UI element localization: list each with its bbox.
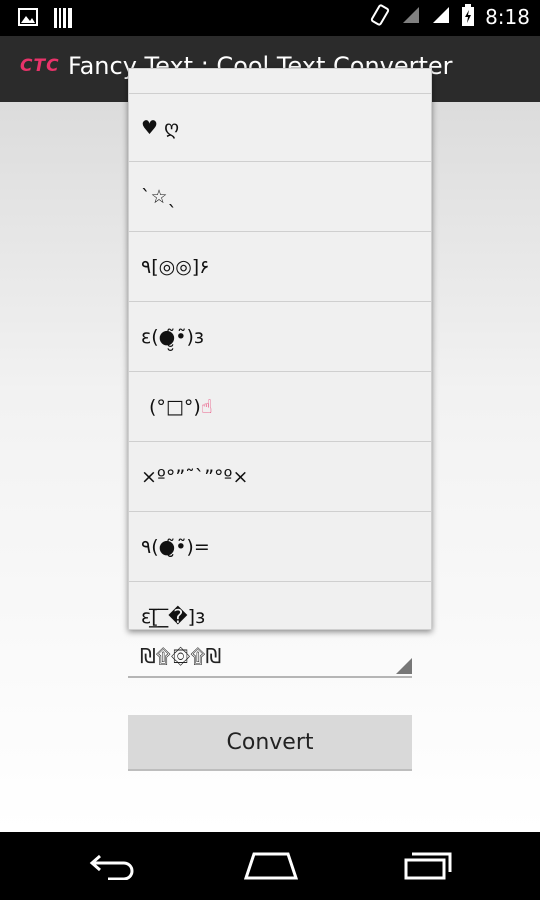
spinner-selected-value: ₪۩۞۩₪	[140, 644, 222, 668]
recent-apps-icon[interactable]	[404, 850, 454, 884]
dropdown-arrow-icon	[396, 658, 412, 674]
dropdown-item-label: ٩[◎◎]۶	[141, 255, 210, 278]
dropdown-item[interactable]: ٩(●̮̮̃•̃)=	[129, 512, 431, 582]
dropdown-item-label: ε[̲̅_̲̅�]з	[141, 605, 206, 628]
style-spinner[interactable]: ₪۩۞۩₪	[128, 638, 412, 678]
battery-icon	[461, 4, 475, 30]
dropdown-item[interactable]: ×º°”˜`”°º×	[129, 442, 431, 512]
navigation-bar	[0, 832, 540, 900]
pointing-finger-icon: ☝	[200, 395, 213, 418]
dropdown-item[interactable]: ε[̲̅_̲̅�]з	[129, 582, 431, 629]
signal-icon	[431, 5, 451, 29]
barcode-icon	[54, 8, 72, 32]
dropdown-item-label: ˋ☆ˎ	[141, 185, 178, 208]
dropdown-item[interactable]: ˋ☆ˎ	[129, 162, 431, 232]
dropdown-item-label: ♥ ღ	[141, 116, 180, 139]
back-icon[interactable]	[88, 850, 138, 884]
convert-button[interactable]: Convert	[128, 715, 412, 771]
dropdown-item-label: ×º°”˜`”°º×	[141, 465, 249, 488]
rotate-icon	[369, 4, 391, 30]
app-logo: CTC	[20, 56, 60, 76]
dropdown-item[interactable]: (°□°) ☝	[129, 372, 431, 442]
status-bar: 8:18	[0, 0, 540, 36]
dropdown-item[interactable]: ε(●̮̮̃•̃)з	[129, 302, 431, 372]
dropdown-item-label: (°□°)	[149, 395, 201, 418]
dropdown-list[interactable]: ♥ ღ ˋ☆ˎ ٩[◎◎]۶ ε(●̮̮̃•̃)з (°□°) ☝ ×º°”˜`…	[128, 68, 432, 630]
dropdown-item[interactable]: ٩[◎◎]۶	[129, 232, 431, 302]
wifi-icon	[401, 5, 421, 29]
home-icon[interactable]	[243, 850, 299, 884]
image-icon	[18, 8, 38, 32]
dropdown-item-partial[interactable]	[129, 69, 431, 94]
dropdown-item-label: ٩(●̮̮̃•̃)=	[141, 535, 210, 558]
dropdown-item[interactable]: ♥ ღ	[129, 94, 431, 162]
dropdown-item-label: ε(●̮̮̃•̃)з	[141, 325, 204, 348]
clock: 8:18	[485, 5, 530, 29]
